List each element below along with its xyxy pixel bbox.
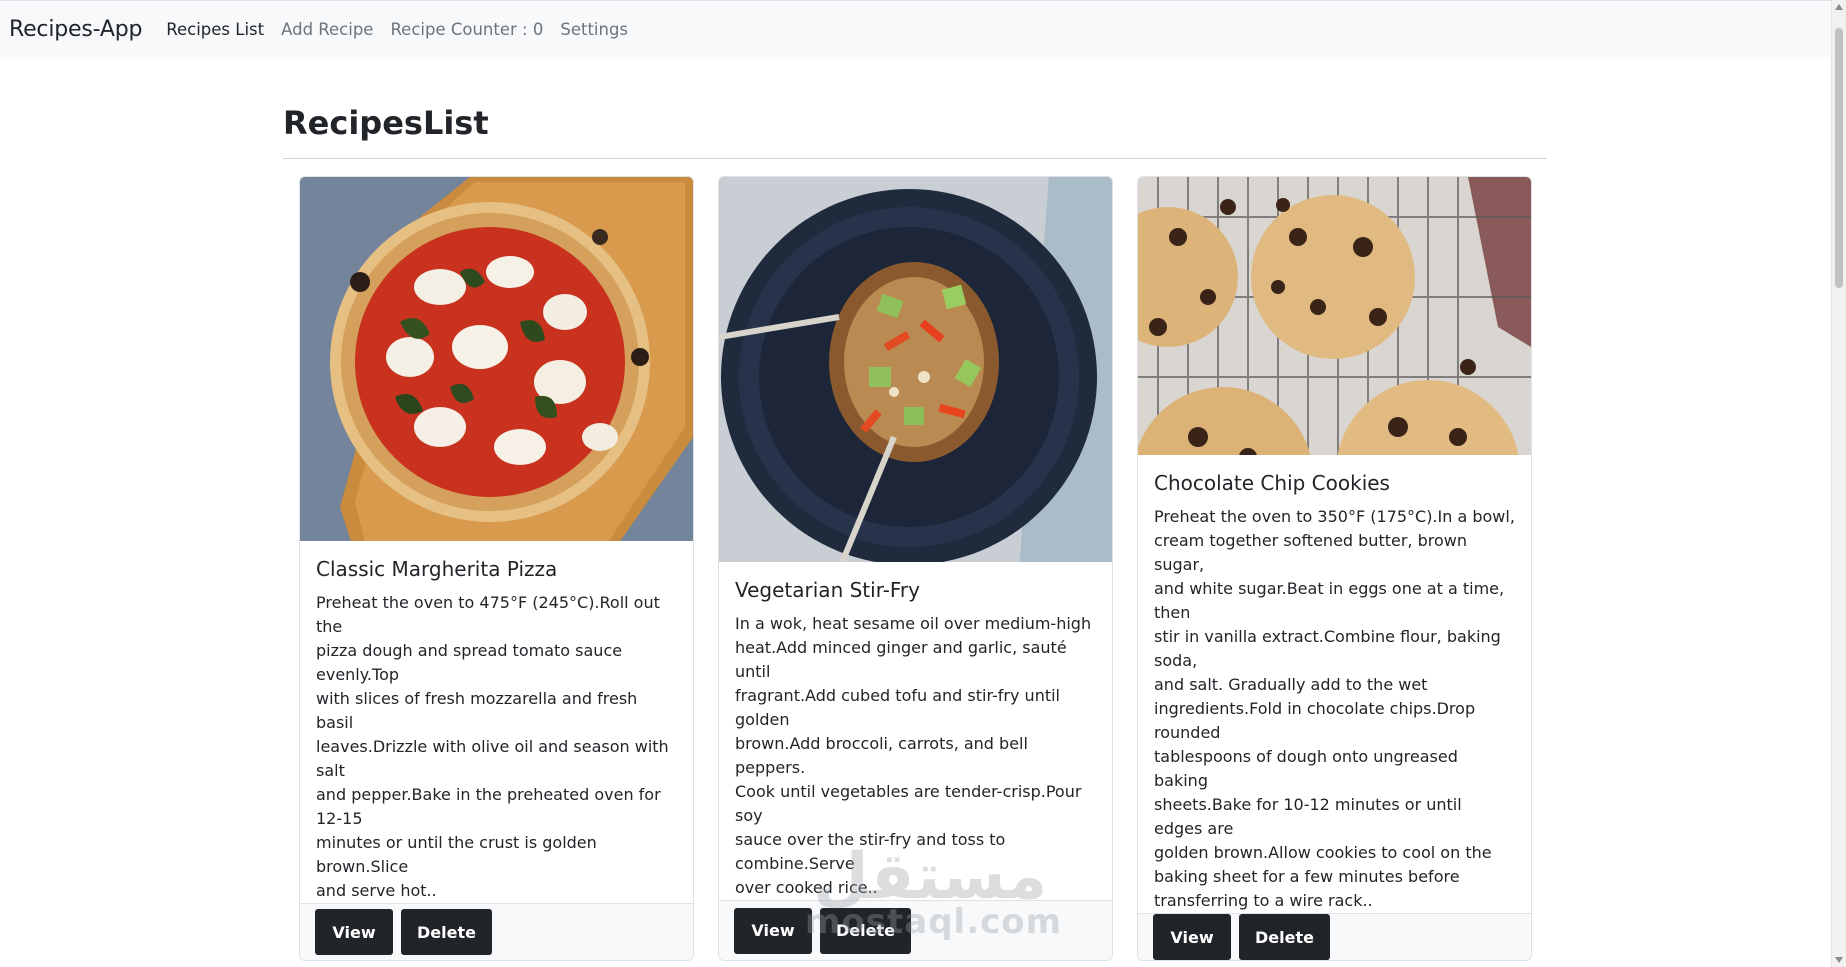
scrollbar[interactable] [1831, 0, 1846, 967]
card-body: Classic Margherita Pizza Preheat the ove… [300, 541, 693, 903]
stir-fry-image [719, 177, 1112, 563]
view-button[interactable]: View [1153, 914, 1231, 960]
navbar: Recipes-App Recipes List Add Recipe Reci… [0, 0, 1832, 57]
view-button[interactable]: View [734, 907, 812, 954]
recipe-title: Classic Margherita Pizza [316, 557, 558, 582]
recipe-title: Vegetarian Stir-Fry [735, 578, 920, 603]
recipe-card: Chocolate Chip Cookies Preheat the oven … [1137, 176, 1532, 961]
card-footer: View Delete [1138, 913, 1531, 960]
recipe-instructions: Preheat the oven to 475°F (245°C).Roll o… [316, 593, 669, 901]
recipe-title: Chocolate Chip Cookies [1154, 471, 1390, 495]
card-body: Vegetarian Stir-Fry In a wok, heat sesam… [719, 562, 1112, 900]
card-footer: View Delete [719, 900, 1112, 960]
recipe-card-list: Classic Margherita Pizza Preheat the ove… [299, 176, 1532, 961]
card-footer: View Delete [300, 903, 693, 960]
nav-link-settings[interactable]: Settings [560, 20, 628, 39]
title-divider [283, 158, 1547, 159]
nav-link-add-recipe[interactable]: Add Recipe [281, 20, 373, 39]
scroll-down-arrow-icon[interactable] [1835, 957, 1843, 963]
recipe-instructions: Preheat the oven to 350°F (175°C).In a b… [1154, 507, 1515, 910]
recipe-card: Vegetarian Stir-Fry In a wok, heat sesam… [718, 176, 1113, 961]
delete-button[interactable]: Delete [1239, 914, 1330, 960]
delete-button[interactable]: Delete [401, 909, 492, 956]
pizza-image [300, 177, 693, 542]
page-title: RecipesList [283, 104, 489, 142]
nav-link-recipe-counter[interactable]: Recipe Counter : 0 [390, 20, 543, 39]
card-body: Chocolate Chip Cookies Preheat the oven … [1138, 455, 1531, 913]
delete-button[interactable]: Delete [820, 907, 911, 954]
brand-logo[interactable]: Recipes-App [9, 17, 142, 42]
nav-link-recipes-list[interactable]: Recipes List [166, 20, 264, 39]
recipe-card: Classic Margherita Pizza Preheat the ove… [299, 176, 694, 961]
scroll-up-arrow-icon[interactable] [1835, 4, 1843, 10]
view-button[interactable]: View [315, 909, 393, 956]
cookies-image [1138, 177, 1531, 455]
scrollbar-thumb[interactable] [1835, 28, 1843, 288]
recipe-instructions: In a wok, heat sesame oil over medium-hi… [735, 614, 1092, 898]
